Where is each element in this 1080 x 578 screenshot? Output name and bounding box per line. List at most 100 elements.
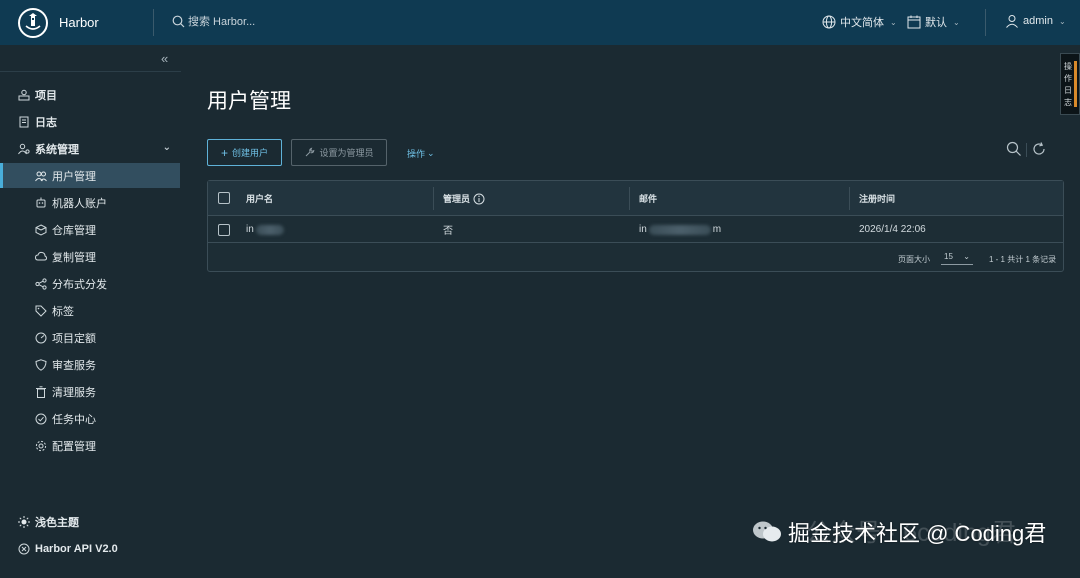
trash-icon xyxy=(35,385,47,398)
sidebar-item-quotas[interactable]: 项目定额 xyxy=(0,325,181,350)
table-footer: 页面大小 15 ⌄ 1 - 1 共计 1 条记录 xyxy=(208,244,1063,271)
actions-dropdown[interactable]: 操作 ⌄ xyxy=(407,147,435,160)
sidebar-item-label: 复制管理 xyxy=(52,251,96,264)
collapse-sidebar-icon[interactable]: « xyxy=(161,51,168,66)
admin-icon xyxy=(18,143,30,155)
cell-registered: 2026/1/4 22:06 xyxy=(859,224,926,235)
distribution-icon xyxy=(35,277,47,290)
float-tab-char: 操 xyxy=(1064,61,1072,71)
create-user-label: 创建用户 xyxy=(232,148,269,158)
row-checkbox[interactable] xyxy=(218,224,230,236)
set-admin-label: 设置为管理员 xyxy=(319,148,374,158)
tag-icon xyxy=(35,305,47,317)
sidebar-item-label: 浅色主题 xyxy=(35,516,79,529)
sidebar-item-label: 日志 xyxy=(35,116,57,129)
search-icon[interactable] xyxy=(1006,141,1022,157)
select-all-checkbox[interactable] xyxy=(218,192,230,204)
search-placeholder[interactable]: 搜索 Harbor... xyxy=(188,13,255,29)
theme-label: 默认 xyxy=(925,17,947,29)
toolbar-divider xyxy=(1026,143,1027,157)
sidebar-item-projects[interactable]: 项目 xyxy=(0,82,181,107)
sidebar-item-label: 审查服务 xyxy=(52,359,96,372)
wrench-icon xyxy=(306,147,315,157)
job-icon xyxy=(35,413,47,425)
chevron-down-icon[interactable]: ⌄ xyxy=(163,142,171,153)
header-divider xyxy=(985,9,986,36)
sidebar-item-label: 配置管理 xyxy=(52,440,96,453)
float-tab-char: 志 xyxy=(1064,97,1072,107)
search-icon xyxy=(172,15,185,27)
create-user-button[interactable]: + 创建用户 xyxy=(207,139,282,166)
sidebar-item-users[interactable]: 用户管理 xyxy=(0,163,180,188)
sidebar-item-label: 系统管理 xyxy=(35,143,79,156)
chevron-down-icon: ⌄ xyxy=(427,148,435,158)
sidebar-item-label: 清理服务 xyxy=(52,386,96,399)
harbor-logo-icon[interactable] xyxy=(18,8,48,38)
username-text: in xyxy=(246,224,254,235)
sidebar-item-label: 用户管理 xyxy=(52,170,96,183)
theme-selector[interactable]: 默认 ⌄ xyxy=(907,14,960,30)
chevron-down-icon: ⌄ xyxy=(953,17,960,27)
sidebar-item-label: 机器人账户 xyxy=(52,197,107,210)
float-tab-char: 作 xyxy=(1064,73,1072,83)
float-tab-accent xyxy=(1074,61,1077,107)
sidebar-item-registries[interactable]: 仓库管理 xyxy=(0,217,181,242)
sidebar-item-job-service[interactable]: 任务中心 xyxy=(0,406,181,431)
sidebar-item-interrogation[interactable]: 审查服务 xyxy=(0,352,181,377)
user-icon xyxy=(1006,15,1018,28)
calendar-icon xyxy=(907,15,921,29)
sidebar-item-logs[interactable]: 日志 xyxy=(0,109,181,134)
column-header-username[interactable]: 用户名 xyxy=(246,181,273,216)
column-header-admin[interactable]: 管理员 xyxy=(443,181,485,216)
info-icon[interactable] xyxy=(473,193,485,205)
redacted-blur xyxy=(255,224,284,235)
sidebar-item-label: 项目 xyxy=(35,89,57,102)
table-row[interactable]: in 否 in m 2026/1/4 22:06 xyxy=(208,216,1063,243)
sidebar-item-label: 项目定额 xyxy=(52,332,96,345)
language-selector[interactable]: 中文简体 ⌄ xyxy=(822,14,897,30)
sidebar: « 项目 日志 系统管理 ⌄ 用户管理 机器人账户 仓库管理 复制管理 分布式分… xyxy=(0,45,181,578)
side-float-tab[interactable]: 操 作 日 志 xyxy=(1060,53,1080,115)
sidebar-divider xyxy=(0,71,181,72)
chevron-down-icon: ⌄ xyxy=(1058,16,1066,26)
set-admin-button[interactable]: 设置为管理员 xyxy=(291,139,387,166)
sidebar-item-replications[interactable]: 复制管理 xyxy=(0,244,181,269)
watermark-text: 掘金技术社区 @ Coding君 xyxy=(788,521,1047,546)
sidebar-item-admin[interactable]: 系统管理 ⌄ xyxy=(0,136,181,161)
plus-icon: + xyxy=(220,145,228,160)
refresh-icon[interactable] xyxy=(1031,141,1047,157)
shield-icon xyxy=(35,358,47,371)
cell-email: in m xyxy=(639,216,721,243)
user-menu[interactable]: admin ⌄ xyxy=(1005,14,1066,28)
quota-icon xyxy=(35,332,47,344)
users-icon xyxy=(35,170,47,182)
sidebar-item-label: 任务中心 xyxy=(52,413,96,426)
globe-icon xyxy=(822,15,836,29)
chevron-down-icon: ⌄ xyxy=(890,17,897,27)
column-divider[interactable] xyxy=(433,187,434,210)
sidebar-item-robot-accounts[interactable]: 机器人账户 xyxy=(0,190,181,215)
pagination-summary: 1 - 1 共计 1 条记录 xyxy=(989,255,1057,264)
username: admin xyxy=(1023,15,1053,27)
sidebar-item-light-theme[interactable]: 浅色主题 xyxy=(0,509,181,534)
page-size-select[interactable]: 15 ⌄ xyxy=(941,249,973,265)
sidebar-item-distributions[interactable]: 分布式分发 xyxy=(0,271,181,296)
sidebar-item-label: 标签 xyxy=(52,305,74,318)
table-header: 用户名 管理员 邮件 注册时间 xyxy=(208,181,1063,216)
logs-icon xyxy=(18,116,30,128)
brand-name[interactable]: Harbor xyxy=(59,15,99,30)
sidebar-item-label: 分布式分发 xyxy=(52,278,107,291)
column-divider[interactable] xyxy=(849,187,850,210)
wechat-icon xyxy=(753,521,781,542)
column-header-email[interactable]: 邮件 xyxy=(639,181,657,216)
sidebar-item-api[interactable]: Harbor API V2.0 xyxy=(0,536,181,561)
admin-header-label: 管理员 xyxy=(443,194,471,204)
column-header-registered[interactable]: 注册时间 xyxy=(859,181,895,216)
redacted-blur xyxy=(648,224,711,235)
robot-icon xyxy=(35,197,47,209)
sidebar-item-labels[interactable]: 标签 xyxy=(0,298,181,323)
global-search[interactable]: 搜索 Harbor... xyxy=(172,13,255,29)
sidebar-item-clean-up[interactable]: 清理服务 xyxy=(0,379,181,404)
column-divider[interactable] xyxy=(629,187,630,210)
sidebar-item-configuration[interactable]: 配置管理 xyxy=(0,433,181,458)
